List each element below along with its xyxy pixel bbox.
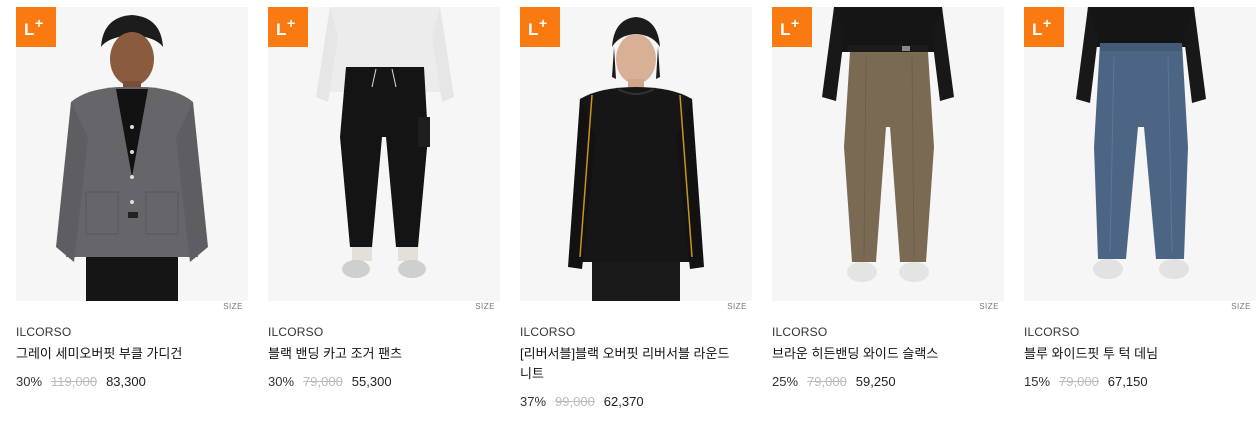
product-name[interactable]: [리버서블]블랙 오버핏 리버서블 라운드 니트 xyxy=(520,344,730,384)
brand-name[interactable]: ILCORSO xyxy=(772,325,1004,339)
product-name[interactable]: 블랙 밴딩 카고 조거 팬츠 xyxy=(268,344,478,364)
size-label[interactable]: SIZE xyxy=(475,302,495,311)
svg-text:L: L xyxy=(276,20,286,38)
product-name[interactable]: 그레이 세미오버핏 부클 가디건 xyxy=(16,344,226,364)
lplus-badge-icon: L + xyxy=(772,7,812,47)
svg-text:+: + xyxy=(539,16,547,31)
product-photo xyxy=(520,7,752,301)
brand-name[interactable]: ILCORSO xyxy=(16,325,248,339)
svg-text:L: L xyxy=(24,20,34,38)
product-image[interactable]: L + xyxy=(16,7,248,301)
sale-price: 59,250 xyxy=(855,374,896,389)
product-image[interactable]: L + xyxy=(268,7,500,301)
svg-text:L: L xyxy=(528,20,538,38)
size-label[interactable]: SIZE xyxy=(727,302,747,311)
price-row: 25% 79,000 59,250 xyxy=(772,374,1004,389)
product-card[interactable]: L + SIZE ILCORSO 블루 와이드핏 투 턱 데님 15% 79,00… xyxy=(1024,0,1256,389)
original-price: 99,000 xyxy=(555,394,595,409)
original-price: 119,000 xyxy=(51,374,98,389)
size-label[interactable]: SIZE xyxy=(1231,302,1251,311)
brand-name[interactable]: ILCORSO xyxy=(268,325,500,339)
product-card[interactable]: L + SIZE ILCORSO 블랙 밴딩 카고 조거 팬츠 30% 79,00… xyxy=(268,0,500,389)
discount-rate: 25% xyxy=(772,374,799,389)
product-name[interactable]: 블루 와이드핏 투 턱 데님 xyxy=(1024,344,1234,364)
brand-name[interactable]: ILCORSO xyxy=(520,325,752,339)
product-image[interactable]: L + xyxy=(1024,7,1256,301)
size-label[interactable]: SIZE xyxy=(979,302,999,311)
product-grid: L + SIZE ILCORSO 그레이 세미오버핏 부클 가디건 30% 119… xyxy=(0,0,1257,427)
lplus-badge-icon: L + xyxy=(268,7,308,47)
svg-text:L: L xyxy=(780,20,790,38)
product-image[interactable]: L + xyxy=(772,7,1004,301)
discount-rate: 30% xyxy=(268,374,295,389)
product-photo xyxy=(268,7,500,301)
discount-rate: 15% xyxy=(1024,374,1051,389)
brand-name[interactable]: ILCORSO xyxy=(1024,325,1256,339)
svg-text:+: + xyxy=(287,16,295,31)
svg-text:L: L xyxy=(1032,20,1042,38)
lplus-badge-icon: L + xyxy=(520,7,560,47)
product-image[interactable]: L + xyxy=(520,7,752,301)
price-row: 15% 79,000 67,150 xyxy=(1024,374,1256,389)
sale-price: 55,300 xyxy=(351,374,392,389)
price-row: 37% 99,000 62,370 xyxy=(520,394,752,409)
size-label[interactable]: SIZE xyxy=(223,302,243,311)
product-photo xyxy=(16,7,248,301)
sale-price: 83,300 xyxy=(106,374,146,389)
lplus-badge-icon: L + xyxy=(16,7,56,47)
product-name[interactable]: 브라운 히든밴딩 와이드 슬랙스 xyxy=(772,344,982,364)
sale-price: 62,370 xyxy=(603,394,644,409)
price-row: 30% 119,000 83,300 xyxy=(16,374,248,389)
lplus-badge-icon: L + xyxy=(1024,7,1064,47)
original-price: 79,000 xyxy=(303,374,343,389)
discount-rate: 30% xyxy=(16,374,43,389)
product-photo xyxy=(772,7,1004,301)
svg-text:+: + xyxy=(1043,16,1051,31)
original-price: 79,000 xyxy=(807,374,847,389)
sale-price: 67,150 xyxy=(1107,374,1148,389)
svg-text:+: + xyxy=(35,16,43,31)
discount-rate: 37% xyxy=(520,394,547,409)
original-price: 79,000 xyxy=(1059,374,1099,389)
svg-text:+: + xyxy=(791,16,799,31)
price-row: 30% 79,000 55,300 xyxy=(268,374,500,389)
product-card[interactable]: L + SIZE ILCORSO 브라운 히든밴딩 와이드 슬랙스 25% 79,… xyxy=(772,0,1004,389)
product-card[interactable]: L + SIZE ILCORSO [리버서블]블랙 오버핏 리버서블 라운드 니트… xyxy=(520,0,752,409)
product-photo xyxy=(1024,7,1256,301)
product-card[interactable]: L + SIZE ILCORSO 그레이 세미오버핏 부클 가디건 30% 119… xyxy=(16,0,248,389)
